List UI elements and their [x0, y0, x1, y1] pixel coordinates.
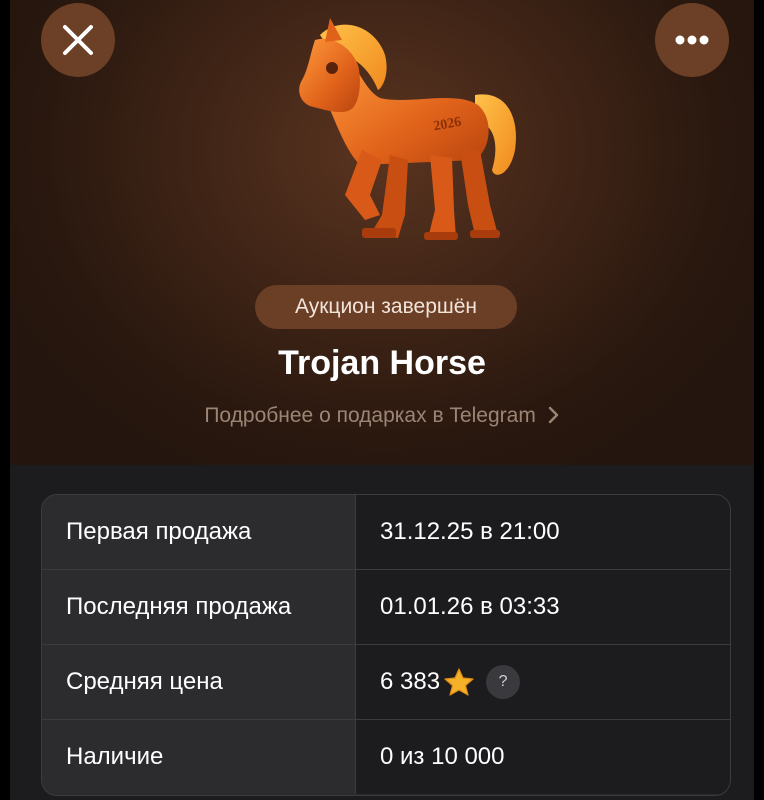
row-label-availability: Наличие	[42, 720, 356, 794]
row-label-first-sale: Первая продажа	[42, 495, 356, 569]
status-badge: Аукцион завершён	[255, 285, 517, 329]
row-label-average-price: Средняя цена	[42, 645, 356, 719]
gift-hero: 2026 Аукцион завершён Trojan Horse Подро…	[10, 0, 754, 465]
last-sale-value: 01.01.26 в 03:33	[380, 593, 560, 620]
row-value-average-price: 6 383 ?	[356, 645, 730, 719]
gifts-info-link-label: Подробнее о подарках в Telegram	[204, 404, 536, 427]
gift-sheet: 2026 Аукцион завершён Trojan Horse Подро…	[10, 0, 754, 800]
gift-title: Trojan Horse	[278, 344, 486, 382]
first-sale-value: 31.12.25 в 21:00	[380, 518, 560, 545]
more-button[interactable]	[655, 3, 729, 77]
chevron-right-icon	[548, 406, 558, 424]
close-icon	[63, 25, 93, 55]
help-button[interactable]: ?	[486, 665, 521, 699]
table-row: Средняя цена 6 383 ?	[42, 645, 730, 720]
close-button[interactable]	[41, 3, 115, 77]
row-value-first-sale: 31.12.25 в 21:00	[356, 495, 730, 569]
star-icon	[444, 668, 474, 696]
row-value-last-sale: 01.01.26 в 03:33	[356, 570, 730, 644]
row-value-availability: 0 из 10 000	[356, 720, 730, 794]
more-dots-icon	[675, 35, 709, 45]
auction-info-table: Первая продажа 31.12.25 в 21:00 Последня…	[41, 494, 731, 796]
row-label-last-sale: Последняя продажа	[42, 570, 356, 644]
table-row: Первая продажа 31.12.25 в 21:00	[42, 495, 730, 570]
average-price-value: 6 383	[380, 668, 441, 695]
gifts-info-link[interactable]: Подробнее о подарках в Telegram	[10, 400, 754, 432]
table-row: Последняя продажа 01.01.26 в 03:33	[42, 570, 730, 645]
table-row: Наличие 0 из 10 000	[42, 720, 730, 794]
trojan-horse-image: 2026	[299, 18, 516, 240]
availability-value: 0 из 10 000	[380, 743, 505, 770]
